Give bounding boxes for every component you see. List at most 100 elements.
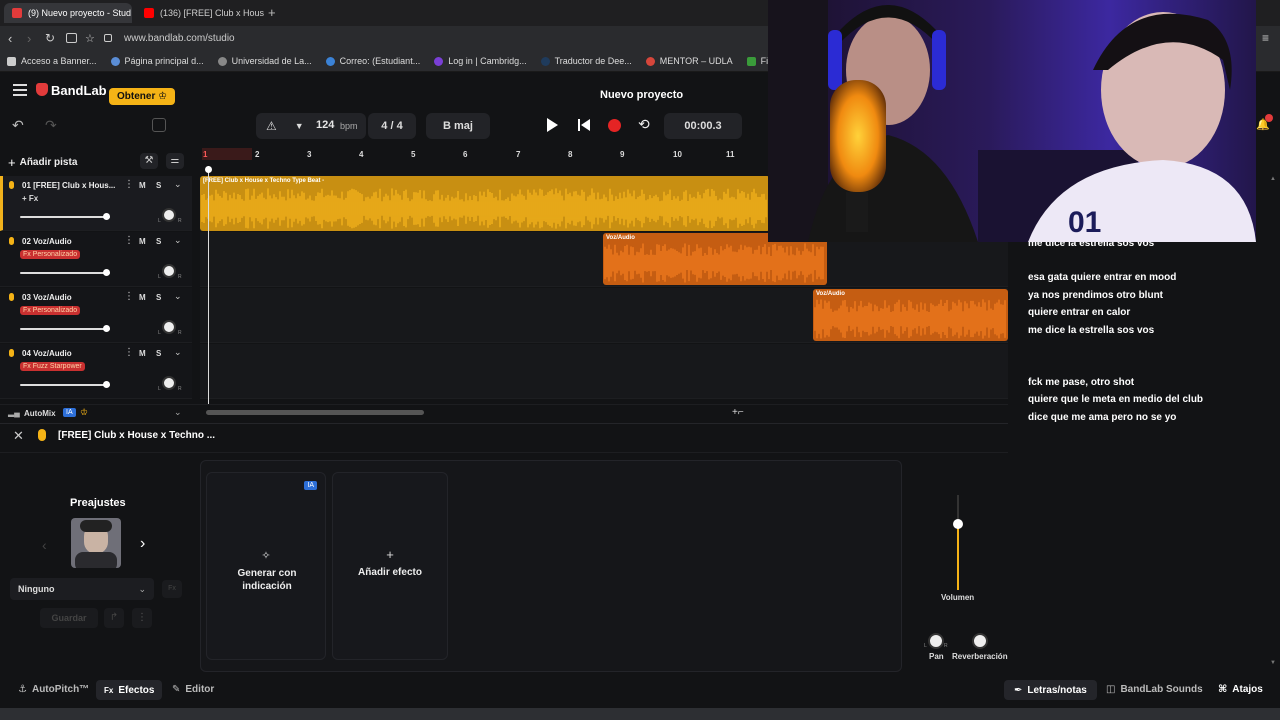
add-fx-button[interactable]: + Fx <box>22 194 38 203</box>
lyric-line[interactable]: dice que me ama pero no se yo <box>1028 412 1176 423</box>
track-volume-slider[interactable] <box>20 272 110 274</box>
fx-badge[interactable]: Fx Personalizado <box>20 250 81 259</box>
horizontal-scrollbar[interactable] <box>206 410 424 415</box>
track-name[interactable]: 02 Voz/Audio <box>22 237 72 246</box>
lyric-line[interactable]: ya nos prendimos otro blunt <box>1028 290 1163 301</box>
lyrics-scrollbar[interactable]: ▲ ▼ <box>1270 176 1276 666</box>
bookmark-item[interactable]: Correo: (Estudiant... <box>319 56 428 66</box>
play-icon[interactable] <box>547 118 558 132</box>
lyric-line[interactable]: quiere entrar en calor <box>1028 307 1130 318</box>
track-name[interactable]: 03 Voz/Audio <box>22 293 72 302</box>
audio-clip-beat[interactable]: [FREE] Club x House x Techno Type Beat - <box>200 176 770 231</box>
hamburger-menu-icon[interactable] <box>13 84 27 96</box>
project-title[interactable]: Nuevo proyecto <box>600 89 683 101</box>
fx-icon[interactable]: Fx <box>162 580 182 598</box>
track-options-icon[interactable]: ⋮ <box>124 179 134 190</box>
chevron-down-icon[interactable]: ▼ <box>295 121 304 131</box>
bookmark-item[interactable]: Página principal d... <box>104 56 211 66</box>
tab-search-icon[interactable] <box>66 33 77 43</box>
add-automation-icon[interactable]: +⌐ <box>732 407 744 418</box>
bookmark-item[interactable]: Acceso a Banner... <box>0 56 104 66</box>
wand-icon[interactable]: ⚒ <box>140 153 158 169</box>
loop-icon[interactable]: ⟲ <box>638 116 650 133</box>
track-pan-knob[interactable] <box>162 376 176 390</box>
bpm-value[interactable]: 124 <box>316 119 334 131</box>
track-options-icon[interactable]: ⋮ <box>124 235 134 246</box>
obtener-button[interactable]: Obtener ♔ <box>109 88 176 105</box>
new-tab-button[interactable]: + <box>268 5 276 20</box>
bandlab-sounds-tab[interactable]: ◫ BandLab Sounds <box>1106 684 1203 695</box>
save-button[interactable]: Guardar <box>40 608 98 628</box>
track-lane-4[interactable] <box>200 344 1008 399</box>
shortcuts-tab[interactable]: ⌘ Atajos <box>1218 684 1263 695</box>
track-pan-knob[interactable] <box>162 264 176 278</box>
track-volume-slider[interactable] <box>20 328 110 330</box>
chevron-down-icon[interactable]: ⌄ <box>174 291 182 302</box>
track-options-icon[interactable]: ⋮ <box>124 347 134 358</box>
reverb-knob[interactable] <box>972 633 988 649</box>
track-volume-handle[interactable] <box>103 325 110 332</box>
more-options-icon[interactable]: ⋮ <box>132 608 152 628</box>
settings-sliders-icon[interactable]: ⚌ <box>166 153 184 169</box>
bookmark-item[interactable]: Universidad de La... <box>211 56 319 66</box>
audio-clip-voz-2[interactable]: Voz/Audio <box>813 289 1008 341</box>
track-options-icon[interactable]: ⋮ <box>124 291 134 302</box>
chevron-down-icon[interactable]: ⌄ <box>174 235 182 246</box>
bookmark-item[interactable]: Traductor de Dee... <box>534 56 639 66</box>
solo-button[interactable]: S <box>156 293 161 302</box>
track-pan-knob[interactable] <box>162 208 176 222</box>
lyrics-notes-tab[interactable]: ✒ Letras/notas <box>1004 680 1097 700</box>
url-field[interactable]: www.bandlab.com/studio <box>124 33 235 44</box>
add-track-button[interactable]: + Añadir pista <box>8 155 77 170</box>
lyrics-panel[interactable]: me dice la estrella sos vos esa gata qui… <box>1008 230 1270 670</box>
chevron-down-icon[interactable]: ⌄ <box>174 179 182 190</box>
add-effect-card[interactable]: + Añadir efecto <box>332 472 448 660</box>
time-display[interactable]: 00:00.3 <box>664 113 742 139</box>
preset-thumbnail[interactable] <box>71 518 121 568</box>
track-volume-handle[interactable] <box>103 381 110 388</box>
generate-effect-card[interactable]: IA ✧ Generar con indicación <box>206 472 326 660</box>
lyric-line[interactable]: quiere que le meta en medio del club <box>1028 394 1203 405</box>
browser-tab-youtube[interactable]: (136) [FREE] Club x House <box>136 3 264 23</box>
clip-tool-icon[interactable] <box>152 118 166 132</box>
solo-button[interactable]: S <box>156 237 161 246</box>
track-volume-slider[interactable] <box>20 384 110 386</box>
fx-badge[interactable]: Fx Fuzz Starpower <box>20 362 85 371</box>
redo-icon[interactable]: ↷ <box>45 117 57 134</box>
close-icon[interactable]: ✕ <box>13 428 24 444</box>
track-volume-handle[interactable] <box>103 269 110 276</box>
chevron-right-icon[interactable]: › <box>140 535 145 553</box>
effects-tab[interactable]: Fx Efectos <box>96 680 163 700</box>
chevron-down-icon[interactable]: ⌄ <box>174 407 182 418</box>
share-icon[interactable]: ↱ <box>104 608 124 628</box>
volume-fader[interactable] <box>939 495 977 590</box>
track-volume-slider[interactable] <box>20 216 110 218</box>
volume-fader-handle[interactable] <box>953 518 963 529</box>
reload-icon[interactable]: ↻ <box>45 31 55 45</box>
bookmark-item[interactable]: Log in | Cambridg... <box>427 56 533 66</box>
mute-button[interactable]: M <box>139 349 146 358</box>
lock-icon[interactable] <box>104 34 112 42</box>
browser-menu-icon[interactable]: ≡ <box>1262 31 1269 45</box>
metronome-icon[interactable]: ⚠ <box>266 119 277 133</box>
chevron-down-icon[interactable]: ⌄ <box>174 347 182 358</box>
solo-button[interactable]: S <box>156 181 161 190</box>
forward-icon[interactable]: › <box>27 31 31 46</box>
pan-knob[interactable] <box>928 633 944 649</box>
bookmark-item[interactable]: MENTOR – UDLA <box>639 56 740 66</box>
record-icon[interactable] <box>608 119 621 132</box>
fx-badge[interactable]: Fx Personalizado <box>20 306 81 315</box>
automix-label[interactable]: AutoMix <box>24 409 56 418</box>
mute-button[interactable]: M <box>139 237 146 246</box>
track-name[interactable]: 01 [FREE] Club x Hous... <box>22 181 115 190</box>
editor-tab[interactable]: ✎ Editor <box>172 684 214 695</box>
lyric-line[interactable]: esa gata quiere entrar en mood <box>1028 272 1176 283</box>
mute-button[interactable]: M <box>139 293 146 302</box>
playhead[interactable] <box>208 166 209 416</box>
bookmark-star-icon[interactable]: ☆ <box>85 32 95 45</box>
back-icon[interactable]: ‹ <box>8 31 12 46</box>
lyric-line[interactable]: me dice la estrella sos vos <box>1028 325 1154 336</box>
chevron-left-icon[interactable]: ‹ <box>42 537 47 553</box>
solo-button[interactable]: S <box>156 349 161 358</box>
track-volume-handle[interactable] <box>103 213 110 220</box>
